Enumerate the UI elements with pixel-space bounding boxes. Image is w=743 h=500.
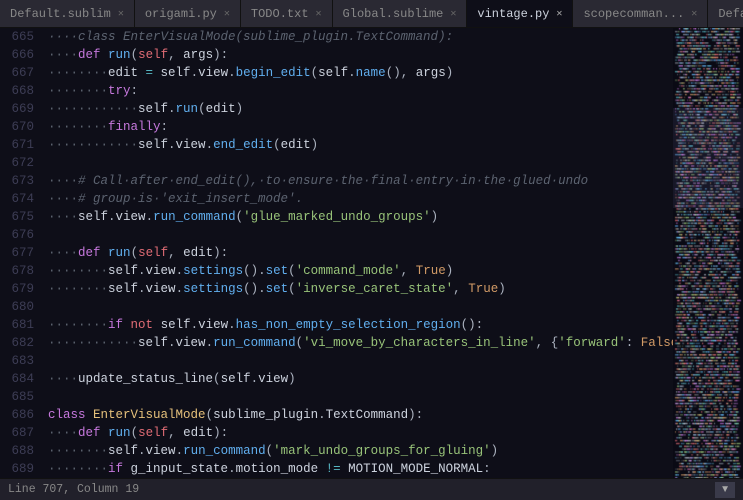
line-num-681: 681 bbox=[4, 316, 34, 334]
tab-close[interactable]: ✕ bbox=[224, 8, 230, 20]
status-bar: Line 707, Column 19 ▼ bbox=[0, 478, 743, 500]
code-line-666: ····def run(self, args): bbox=[48, 46, 673, 64]
code-line-682: ············self.view.run_command('vi_mo… bbox=[48, 334, 673, 352]
code-line-679: ········self.view.settings().set('invers… bbox=[48, 280, 673, 298]
line-num-675: 675 bbox=[4, 208, 34, 226]
line-num-672: 672 bbox=[4, 154, 34, 172]
scroll-down-button[interactable]: ▼ bbox=[715, 482, 735, 498]
code-line-668: ········try: bbox=[48, 82, 673, 100]
tab-label: origami.py bbox=[145, 7, 217, 21]
code-line-687: ····def run(self, edit): bbox=[48, 424, 673, 442]
line-num-682: 682 bbox=[4, 334, 34, 352]
code-line-681: ········if not self.view.has_non_empty_s… bbox=[48, 316, 673, 334]
code-line-671: ············self.view.end_edit(edit) bbox=[48, 136, 673, 154]
tab-label: scopecomman... bbox=[583, 7, 684, 21]
line-num-678: 678 bbox=[4, 262, 34, 280]
line-num-666: 666 bbox=[4, 46, 34, 64]
minimap-canvas bbox=[673, 28, 743, 478]
tab-label: TODO.txt bbox=[251, 7, 309, 21]
line-num-689: 689 bbox=[4, 460, 34, 478]
tab-label: Global.sublime bbox=[343, 7, 444, 21]
line-num-669: 669 bbox=[4, 100, 34, 118]
line-num-687: 687 bbox=[4, 424, 34, 442]
tab-bar: Default.sublim ✕ origami.py ✕ TODO.txt ✕… bbox=[0, 0, 743, 28]
code-line-683 bbox=[48, 352, 673, 370]
line-num-680: 680 bbox=[4, 298, 34, 316]
tab-label: Default (Wind... bbox=[718, 7, 743, 21]
code-line-672 bbox=[48, 154, 673, 172]
code-line-673: ····# Call·after·end_edit(),·to·ensure·t… bbox=[48, 172, 673, 190]
code-line-674: ····# group·is·'exit_insert_mode'. bbox=[48, 190, 673, 208]
status-right: ▼ bbox=[715, 482, 735, 498]
line-num-674: 674 bbox=[4, 190, 34, 208]
tab-close[interactable]: ✕ bbox=[316, 8, 322, 20]
tab-scopecomman[interactable]: scopecomman... ✕ bbox=[573, 0, 708, 27]
code-line-677: ····def run(self, edit): bbox=[48, 244, 673, 262]
tab-close[interactable]: ✕ bbox=[556, 8, 562, 20]
tab-global[interactable]: Global.sublime ✕ bbox=[333, 0, 468, 27]
line-num-683: 683 bbox=[4, 352, 34, 370]
line-num-677: 677 bbox=[4, 244, 34, 262]
line-num-667: 667 bbox=[4, 64, 34, 82]
code-line-667: ········edit = self.view.begin_edit(self… bbox=[48, 64, 673, 82]
status-position: Line 707, Column 19 bbox=[8, 483, 139, 496]
tab-origami[interactable]: origami.py ✕ bbox=[135, 0, 241, 27]
line-num-684: 684 bbox=[4, 370, 34, 388]
tab-default-wind[interactable]: Default (Wind... ✕ bbox=[708, 0, 743, 27]
code-line-689: ········if g_input_state.motion_mode != … bbox=[48, 460, 673, 478]
line-num-685: 685 bbox=[4, 388, 34, 406]
code-line-685 bbox=[48, 388, 673, 406]
code-line-686: class EnterVisualMode(sublime_plugin.Tex… bbox=[48, 406, 673, 424]
status-left: Line 707, Column 19 bbox=[8, 483, 139, 496]
tab-label: vintage.py bbox=[477, 7, 549, 21]
code-line-670: ········finally: bbox=[48, 118, 673, 136]
line-num-673: 673 bbox=[4, 172, 34, 190]
code-line-665: ····class EnterVisualMode(sublime_plugin… bbox=[48, 28, 673, 46]
line-num-670: 670 bbox=[4, 118, 34, 136]
line-num-668: 668 bbox=[4, 82, 34, 100]
minimap bbox=[673, 28, 743, 478]
code-line-678: ········self.view.settings().set('comman… bbox=[48, 262, 673, 280]
code-line-669: ············self.run(edit) bbox=[48, 100, 673, 118]
line-num-688: 688 bbox=[4, 442, 34, 460]
code-line-676 bbox=[48, 226, 673, 244]
line-numbers: 665 666 667 668 669 670 671 672 673 674 … bbox=[0, 28, 42, 478]
minimap-viewport-highlight bbox=[673, 108, 743, 208]
code-line-684: ····update_status_line(self.view) bbox=[48, 370, 673, 388]
line-num-665: 665 bbox=[4, 28, 34, 46]
code-line-680 bbox=[48, 298, 673, 316]
code-line-675: ····self.view.run_command('glue_marked_u… bbox=[48, 208, 673, 226]
tab-close[interactable]: ✕ bbox=[691, 8, 697, 20]
line-num-671: 671 bbox=[4, 136, 34, 154]
tab-close[interactable]: ✕ bbox=[118, 8, 124, 20]
line-num-686: 686 bbox=[4, 406, 34, 424]
editor-area: 665 666 667 668 669 670 671 672 673 674 … bbox=[0, 28, 743, 478]
code-line-688: ········self.view.run_command('mark_undo… bbox=[48, 442, 673, 460]
code-editor[interactable]: ····class EnterVisualMode(sublime_plugin… bbox=[42, 28, 673, 478]
line-num-679: 679 bbox=[4, 280, 34, 298]
line-num-676: 676 bbox=[4, 226, 34, 244]
tab-close[interactable]: ✕ bbox=[450, 8, 456, 20]
tab-todo[interactable]: TODO.txt ✕ bbox=[241, 0, 333, 27]
tab-vintage[interactable]: vintage.py ✕ bbox=[467, 0, 573, 27]
tab-label: Default.sublim bbox=[10, 7, 111, 21]
tab-default-sublim[interactable]: Default.sublim ✕ bbox=[0, 0, 135, 27]
